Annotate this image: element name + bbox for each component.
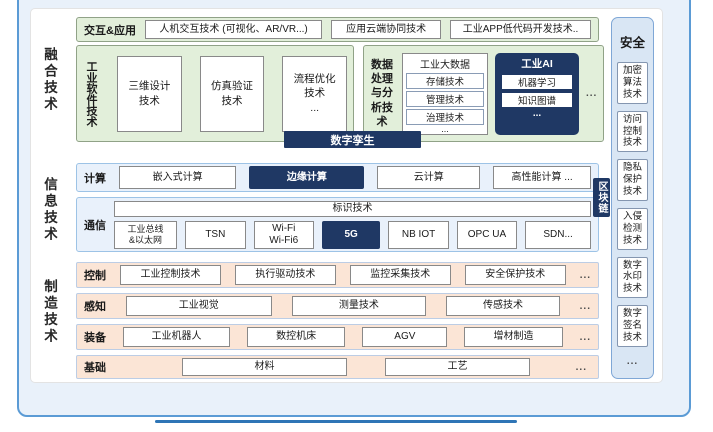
diagram-canvas: 融合技术 信息技术 制造技术 交互&应用 人机交互技术 (可视化、AR/VR..…	[0, 0, 713, 432]
perception-row-label: 感知	[84, 298, 106, 314]
tsn-box: TSN	[185, 221, 245, 249]
communication-content: 标识技术 工业总线 &以太网 TSN Wi-Fi Wi-Fi6 5G NB IO…	[114, 201, 591, 248]
embedded-computing-box: 嵌入式计算	[119, 166, 236, 189]
measurement-tech-box: 测量技术	[292, 296, 427, 316]
encryption-algorithm-box: 加密算法技术	[617, 62, 648, 104]
industrial-robot-box: 工业机器人	[123, 327, 230, 347]
nbiot-box: NB IOT	[388, 221, 448, 249]
bigdata-more-ellipsis: ...	[403, 127, 487, 131]
equipment-more-ellipsis: ...	[580, 332, 591, 343]
privacy-protection-box: 隐私保护技术	[617, 159, 648, 201]
management-tech-box: 管理技术	[406, 91, 484, 107]
diagram-panel: 融合技术 信息技术 制造技术 交互&应用 人机交互技术 (可视化、AR/VR..…	[30, 8, 663, 383]
perception-row: 感知 工业视觉 测量技术 传感技术 ...	[76, 293, 599, 319]
security-column: 安全 加密算法技术 访问控制技术 隐私保护技术 入侵检测技术 数字水印技术 数字…	[611, 17, 654, 379]
bottom-accent-line	[155, 420, 517, 423]
monitoring-acquisition-box: 监控采集技术	[350, 265, 451, 285]
perception-more-ellipsis: ...	[580, 301, 591, 312]
blockchain-label: 区块链	[594, 181, 609, 214]
data-processing-label: 数据处理与分析技术	[369, 58, 395, 129]
equipment-row-label: 装备	[84, 329, 106, 345]
compute-row: 计算 嵌入式计算 边缘计算 云计算 高性能计算 ...	[76, 163, 599, 192]
security-more-ellipsis: ...	[627, 356, 638, 367]
cloud-computing-box: 云计算	[377, 166, 480, 189]
opcua-box: OPC UA	[457, 221, 517, 249]
digital-watermark-box: 数字水印技术	[617, 257, 648, 299]
low-code-app-box: 工业APP低代码开发技术..	[450, 20, 591, 39]
wifi-box: Wi-Fi Wi-Fi6	[254, 221, 314, 249]
security-label: 安全	[620, 32, 645, 51]
cnc-machine-box: 数控机床	[247, 327, 345, 347]
section-label-manufacturing: 制造技术	[39, 267, 59, 357]
interaction-application-row: 交互&应用 人机交互技术 (可视化、AR/VR...) 应用云端协同技术 工业A…	[76, 17, 599, 42]
knowledge-graph-box: 知识图谱	[502, 93, 572, 107]
ai-more-ellipsis: ...	[495, 107, 579, 121]
craft-process-box: 工艺	[385, 358, 530, 376]
industrial-ai-title: 工业AI	[495, 56, 579, 71]
foundation-row: 基础 材料 工艺 ...	[76, 355, 599, 379]
machine-learning-box: 机器学习	[502, 75, 572, 89]
industrial-bigdata-title: 工业大数据	[403, 56, 487, 71]
industrial-software-panel: 工业软件技术 三维设计技术 仿真验证技术 流程优化技术 ...	[76, 45, 354, 142]
simulation-verification-box: 仿真验证技术	[200, 56, 265, 132]
materials-box: 材料	[182, 358, 347, 376]
sensing-tech-box: 传感技术	[446, 296, 559, 316]
control-more-ellipsis: ...	[580, 270, 591, 281]
cloud-collaboration-box: 应用云端协同技术	[331, 20, 441, 39]
digital-signature-box: 数字签名技术	[617, 305, 648, 347]
communication-row-label: 通信	[84, 217, 106, 233]
safety-protection-box: 安全保护技术	[465, 265, 566, 285]
section-label-information: 信息技术	[39, 167, 59, 253]
hpc-box: 高性能计算 ...	[493, 166, 591, 189]
data-processing-panel: 数据处理与分析技术 工业大数据 存储技术 管理技术 治理技术 ... 工业AI …	[363, 45, 604, 142]
access-control-box: 访问控制技术	[617, 111, 648, 153]
compute-row-label: 计算	[84, 170, 106, 186]
equipment-row: 装备 工业机器人 数控机床 AGV 增材制造 ...	[76, 324, 599, 350]
industrial-control-box: 工业控制技术	[120, 265, 221, 285]
data-panel-more-ellipsis: ...	[586, 88, 597, 99]
communication-boxes: 工业总线 &以太网 TSN Wi-Fi Wi-Fi6 5G NB IOT OPC…	[114, 221, 591, 249]
5g-box: 5G	[322, 221, 380, 249]
additive-manufacturing-box: 增材制造	[464, 327, 562, 347]
edge-computing-box: 边缘计算	[249, 166, 364, 189]
digital-twin-bar: 数字孪生	[284, 131, 421, 148]
section-label-fusion: 融合技术	[39, 36, 59, 124]
storage-tech-box: 存储技术	[406, 73, 484, 89]
foundation-row-label: 基础	[84, 359, 106, 375]
industrial-ai-box: 工业AI 机器学习 知识图谱 ...	[495, 53, 579, 135]
industrial-bigdata-box: 工业大数据 存储技术 管理技术 治理技术 ...	[402, 53, 488, 135]
identifier-technology-bar: 标识技术	[114, 201, 591, 217]
sdn-box: SDN...	[525, 221, 591, 249]
communication-row: 通信 标识技术 工业总线 &以太网 TSN Wi-Fi Wi-Fi6 5G NB…	[76, 197, 599, 252]
hci-technology-box: 人机交互技术 (可视化、AR/VR...)	[145, 20, 322, 39]
foundation-more-ellipsis: ...	[576, 362, 587, 373]
actuation-drive-box: 执行驱动技术	[235, 265, 336, 285]
agv-box: AGV	[362, 327, 447, 347]
control-row-label: 控制	[84, 267, 106, 283]
process-optimization-box: 流程优化技术 ...	[282, 56, 347, 132]
3d-design-box: 三维设计技术	[117, 56, 182, 132]
fieldbus-ethernet-box: 工业总线 &以太网	[114, 221, 177, 249]
intrusion-detection-box: 入侵检测技术	[617, 208, 648, 250]
control-row: 控制 工业控制技术 执行驱动技术 监控采集技术 安全保护技术 ...	[76, 262, 599, 288]
governance-tech-box: 治理技术	[406, 109, 484, 125]
machine-vision-box: 工业视觉	[126, 296, 272, 316]
interaction-row-label: 交互&应用	[84, 22, 136, 38]
blockchain-tab: 区块链	[593, 178, 610, 217]
industrial-software-label: 工业软件技术	[83, 50, 99, 138]
